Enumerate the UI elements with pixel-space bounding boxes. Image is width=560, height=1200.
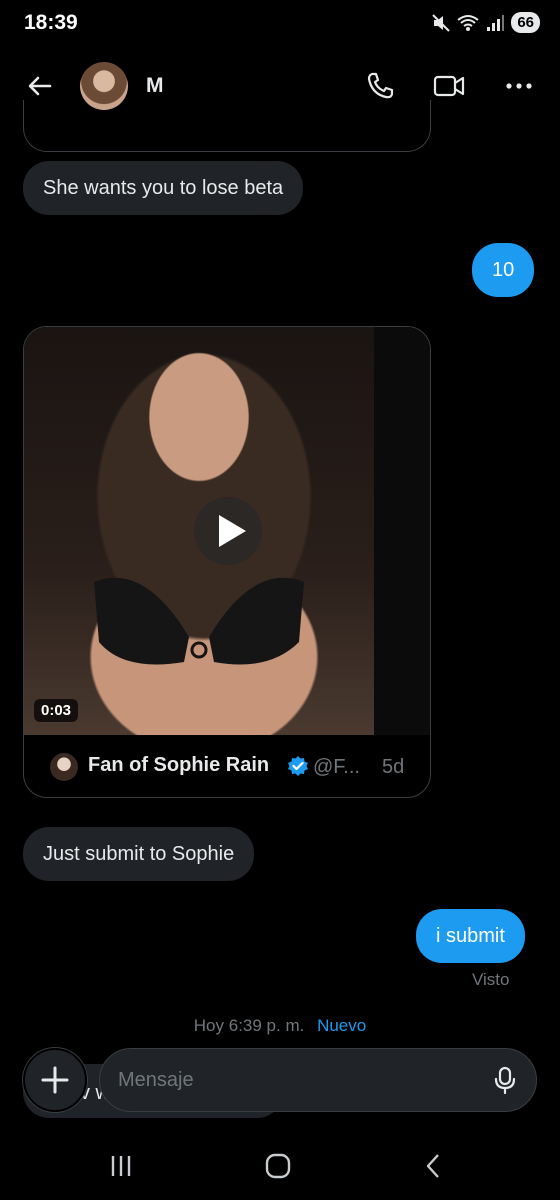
message-timestamp: Hoy 6:39 p. m. Nuevo <box>0 1016 560 1036</box>
message-bubble-received[interactable]: She wants you to lose beta <box>23 161 304 215</box>
back-arrow-icon[interactable] <box>24 70 56 102</box>
status-bar: 18:39 66 <box>0 0 560 48</box>
wifi-icon <box>457 14 479 31</box>
signal-icon <box>487 14 505 31</box>
message-bubble-sent[interactable]: i submit <box>416 909 525 963</box>
post-age: 5d <box>382 756 405 778</box>
more-options-icon[interactable] <box>503 70 535 102</box>
plus-icon <box>41 1066 69 1094</box>
author-name: Fan of Sophie Rain <box>88 754 270 776</box>
message-bubble-sent[interactable]: 10 <box>472 243 535 297</box>
timestamp-time: Hoy 6:39 p. m. <box>193 1016 305 1035</box>
message-bubble-received[interactable]: Just submit to Sophie <box>23 827 255 881</box>
status-icons: 66 <box>431 12 540 33</box>
system-navigation-bar <box>0 1130 560 1200</box>
video-duration: 0:03 <box>34 699 79 722</box>
add-attachment-button[interactable] <box>23 1048 87 1112</box>
previous-shared-post[interactable] <box>23 100 431 152</box>
play-icon <box>219 515 246 547</box>
recent-apps-icon[interactable] <box>105 1150 137 1182</box>
author-handle: @F... <box>313 756 360 778</box>
seen-status: Visto <box>472 970 510 989</box>
back-nav-icon[interactable] <box>418 1150 450 1182</box>
contact-name[interactable]: M <box>146 74 164 98</box>
video-thumbnail[interactable]: 0:03 <box>24 327 430 735</box>
battery-indicator: 66 <box>511 12 540 33</box>
mute-icon <box>432 13 451 32</box>
post-author-row[interactable]: Fan of Sophie Rain @F... 5d <box>24 735 430 797</box>
video-call-icon[interactable] <box>433 70 465 102</box>
status-time: 18:39 <box>24 11 78 34</box>
new-messages-label[interactable]: Nuevo <box>317 1016 366 1035</box>
shared-post-card[interactable]: 0:03 Fan of Sophie Rain @F... 5d <box>23 326 431 798</box>
play-button[interactable] <box>194 497 262 565</box>
message-input[interactable] <box>118 1049 478 1111</box>
author-avatar <box>50 753 78 781</box>
home-icon[interactable] <box>262 1150 294 1182</box>
message-composer <box>99 1048 537 1112</box>
microphone-icon[interactable] <box>490 1065 520 1095</box>
verified-badge-icon <box>288 756 308 776</box>
phone-icon[interactable] <box>364 70 396 102</box>
